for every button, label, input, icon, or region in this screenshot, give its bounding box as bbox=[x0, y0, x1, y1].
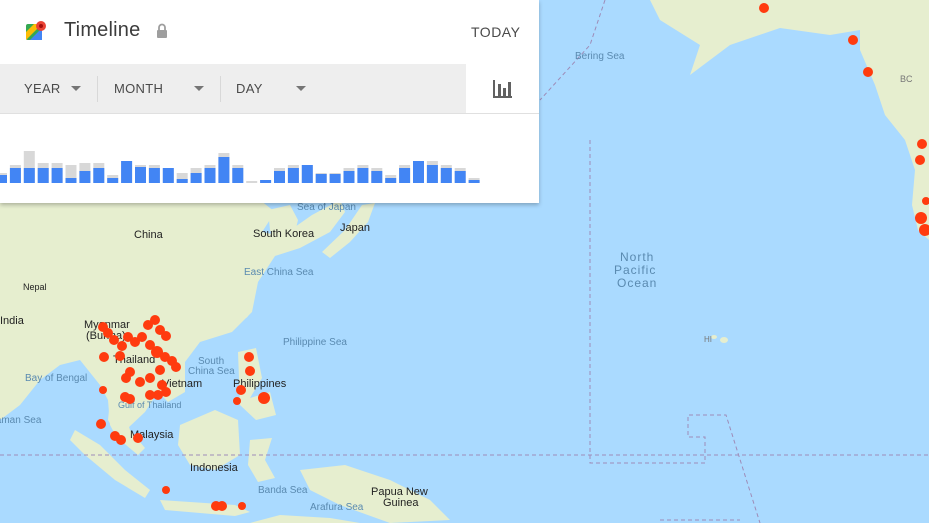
label-banda-sea: Banda Sea bbox=[258, 485, 308, 496]
label-andaman-sea: Andaman Sea bbox=[0, 415, 42, 426]
histogram-bar[interactable] bbox=[329, 174, 341, 183]
lock-icon bbox=[157, 23, 167, 38]
bar-chart-icon bbox=[493, 80, 512, 98]
label-bering-sea: Bering Sea bbox=[575, 51, 625, 62]
month-dropdown[interactable]: MONTH bbox=[114, 64, 214, 113]
label-indonesia: Indonesia bbox=[190, 462, 239, 474]
histogram-bar[interactable] bbox=[426, 165, 438, 183]
histogram-bar[interactable] bbox=[440, 168, 452, 183]
divider bbox=[97, 76, 98, 102]
label-philippine-sea: Philippine Sea bbox=[283, 337, 347, 348]
label-hi: HI bbox=[704, 335, 712, 344]
timeline-panel: Timeline TODAY YEAR MONTH DAY bbox=[0, 0, 539, 203]
histogram-bar[interactable] bbox=[148, 168, 160, 183]
histogram-bar[interactable] bbox=[371, 171, 383, 183]
histogram-bar[interactable] bbox=[399, 168, 411, 183]
label-bay-of-bengal: Bay of Bengal bbox=[25, 373, 87, 384]
chart-toggle-button[interactable] bbox=[466, 64, 539, 114]
label-sea-of-japan: Sea of Japan bbox=[297, 202, 356, 213]
label-north-pacific-1: North bbox=[620, 250, 654, 264]
label-japan: Japan bbox=[340, 222, 370, 234]
day-dropdown-label: DAY bbox=[236, 81, 263, 96]
histogram-bar[interactable] bbox=[343, 171, 355, 183]
histogram-bar[interactable] bbox=[51, 168, 63, 183]
histogram-bar[interactable] bbox=[232, 168, 244, 183]
timeline-header: Timeline TODAY bbox=[0, 0, 539, 64]
histogram-bar[interactable] bbox=[385, 178, 397, 183]
activity-histogram[interactable] bbox=[0, 113, 539, 203]
label-papua-new-guinea-2: Guinea bbox=[383, 497, 419, 509]
histogram-bar-total[interactable] bbox=[246, 181, 258, 183]
divider bbox=[220, 76, 221, 102]
histogram-bar[interactable] bbox=[301, 165, 313, 183]
histogram-bar[interactable] bbox=[93, 168, 105, 183]
histogram-bar[interactable] bbox=[468, 180, 480, 183]
date-filter-bar: YEAR MONTH DAY bbox=[0, 64, 466, 114]
histogram-bar[interactable] bbox=[162, 168, 174, 183]
histogram-bar[interactable] bbox=[260, 180, 272, 183]
caret-down-icon bbox=[194, 86, 204, 91]
histogram-bar[interactable] bbox=[315, 174, 327, 183]
histogram-bar[interactable] bbox=[121, 161, 133, 183]
histogram-bar[interactable] bbox=[107, 178, 119, 183]
year-dropdown[interactable]: YEAR bbox=[24, 64, 96, 113]
page-title: Timeline bbox=[64, 19, 141, 41]
label-south-china-sea-2: China Sea bbox=[188, 366, 235, 377]
label-south-korea: South Korea bbox=[253, 228, 315, 240]
label-india: India bbox=[0, 315, 25, 327]
histogram-bar[interactable] bbox=[135, 167, 146, 183]
histogram-bar[interactable] bbox=[9, 168, 21, 183]
caret-down-icon bbox=[71, 86, 81, 91]
land-hawaii-big bbox=[720, 337, 728, 343]
label-north-pacific-3: Ocean bbox=[617, 276, 657, 290]
histogram-bar[interactable] bbox=[357, 168, 369, 183]
label-north-pacific-2: Pacific bbox=[614, 263, 656, 277]
month-dropdown-label: MONTH bbox=[114, 81, 164, 96]
label-nepal: Nepal bbox=[23, 282, 47, 292]
label-china: China bbox=[134, 229, 164, 241]
histogram-bar[interactable] bbox=[65, 178, 77, 183]
histogram-bar[interactable] bbox=[287, 168, 299, 183]
today-button[interactable]: TODAY bbox=[471, 24, 520, 40]
histogram-bar[interactable] bbox=[79, 171, 91, 183]
google-maps-pin-icon bbox=[26, 21, 46, 40]
histogram-bar[interactable] bbox=[454, 171, 466, 183]
label-bc: BC bbox=[900, 74, 913, 84]
histogram-bar[interactable] bbox=[37, 168, 49, 183]
land-taiwan bbox=[240, 298, 250, 318]
histogram-bar[interactable] bbox=[190, 173, 202, 183]
histogram-bar[interactable] bbox=[274, 171, 285, 183]
histogram-bar[interactable] bbox=[413, 161, 424, 183]
caret-down-icon bbox=[296, 86, 306, 91]
histogram-bar[interactable] bbox=[176, 179, 188, 183]
histogram-bar[interactable] bbox=[204, 168, 216, 183]
histogram-bar[interactable] bbox=[0, 175, 7, 183]
label-east-china-sea: East China Sea bbox=[244, 267, 314, 278]
histogram-bar[interactable] bbox=[218, 157, 230, 183]
year-dropdown-label: YEAR bbox=[24, 81, 61, 96]
histogram-bar[interactable] bbox=[23, 168, 35, 183]
day-dropdown[interactable]: DAY bbox=[236, 64, 316, 113]
label-arafura-sea: Arafura Sea bbox=[310, 502, 364, 513]
